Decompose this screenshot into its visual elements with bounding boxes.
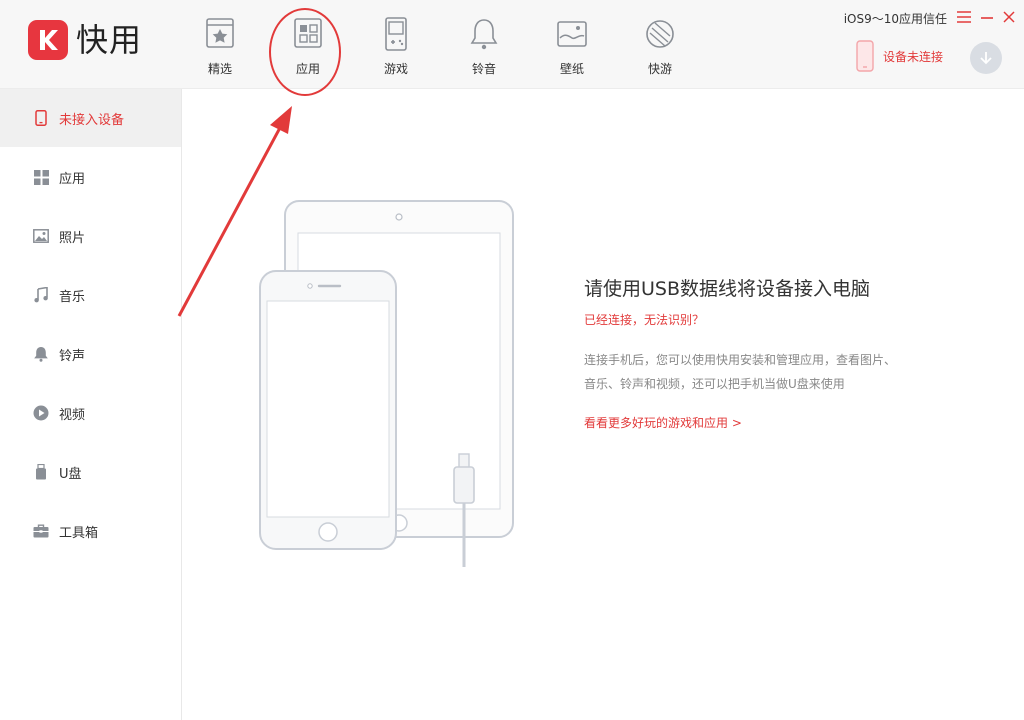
more-games-apps-link[interactable]: 看看更多好玩的游戏和应用 > — [584, 414, 984, 431]
sidebar-item-toolbox[interactable]: 工具箱 — [0, 502, 181, 560]
minimize-icon[interactable] — [980, 11, 994, 23]
phone-outline-icon — [856, 40, 874, 72]
nav-item-apps[interactable]: 应用 — [264, 16, 352, 84]
ios-trust-link[interactable]: iOS9～10应用信任 — [844, 10, 947, 27]
bell-icon — [470, 19, 498, 50]
sidebar-item-no-device[interactable]: 未接入设备 — [0, 89, 181, 147]
gamepad-icon — [385, 17, 407, 51]
app-logo: 快用 — [28, 20, 142, 60]
menu-icon[interactable] — [956, 10, 972, 24]
device-status[interactable]: 设备未连接 — [855, 40, 943, 72]
bell-icon — [33, 346, 49, 362]
main-content: 请使用USB数据线将设备接入电脑 已经连接，无法识别？ 连接手机后，您可以使用快… — [182, 89, 1024, 720]
nav-item-ringtones[interactable]: 铃音 — [440, 16, 528, 84]
nav-item-fast-games[interactable]: 快游 — [616, 16, 704, 84]
sidebar-item-apps[interactable]: 应用 — [0, 148, 181, 206]
sidebar: 未接入设备 应用 照片 音乐 铃声 视频 U盘 工具箱 — [0, 89, 182, 720]
device-illustration — [259, 200, 514, 567]
download-button[interactable] — [970, 42, 1002, 74]
arrow-down-icon — [980, 52, 992, 65]
phone-icon — [33, 110, 49, 126]
connected-unrecognized-link[interactable]: 已经连接，无法识别？ — [584, 311, 984, 328]
music-note-icon — [33, 287, 49, 303]
sidebar-item-photos[interactable]: 照片 — [0, 207, 181, 265]
connect-title: 请使用USB数据线将设备接入电脑 — [584, 278, 871, 300]
usb-drive-icon — [33, 464, 49, 480]
connect-description: 连接手机后，您可以使用快用安装和管理应用，查看图片、 音乐、铃声和视频，还可以把… — [584, 353, 897, 391]
play-circle-icon — [33, 405, 49, 421]
nav-item-featured[interactable]: 精选 — [176, 16, 264, 84]
nav-item-games[interactable]: 游戏 — [352, 16, 440, 84]
star-card-icon — [206, 18, 234, 48]
logo-text: 快用 — [76, 21, 143, 59]
logo-k-badge — [28, 20, 68, 60]
wallpaper-icon — [557, 21, 587, 47]
connect-instructions: 请使用USB数据线将设备接入电脑 已经连接，无法识别？ 连接手机后，您可以使用快… — [584, 274, 984, 431]
sidebar-item-music[interactable]: 音乐 — [0, 266, 181, 324]
apps-grid-icon — [294, 18, 322, 48]
close-icon[interactable] — [1002, 10, 1016, 24]
nav-item-wallpapers[interactable]: 壁纸 — [528, 16, 616, 84]
fast-game-icon — [646, 20, 674, 48]
photo-icon — [33, 228, 49, 244]
apps-grid-icon — [33, 169, 49, 185]
sidebar-item-usb-drive[interactable]: U盘 — [0, 443, 181, 501]
top-header: 快用 精选 应用 游戏 铃音 壁纸 快游 iOS9～10应用信任 设备未连接 — [0, 0, 1024, 89]
sidebar-item-ringtones[interactable]: 铃声 — [0, 325, 181, 383]
sidebar-item-videos[interactable]: 视频 — [0, 384, 181, 442]
toolbox-icon — [33, 523, 49, 539]
